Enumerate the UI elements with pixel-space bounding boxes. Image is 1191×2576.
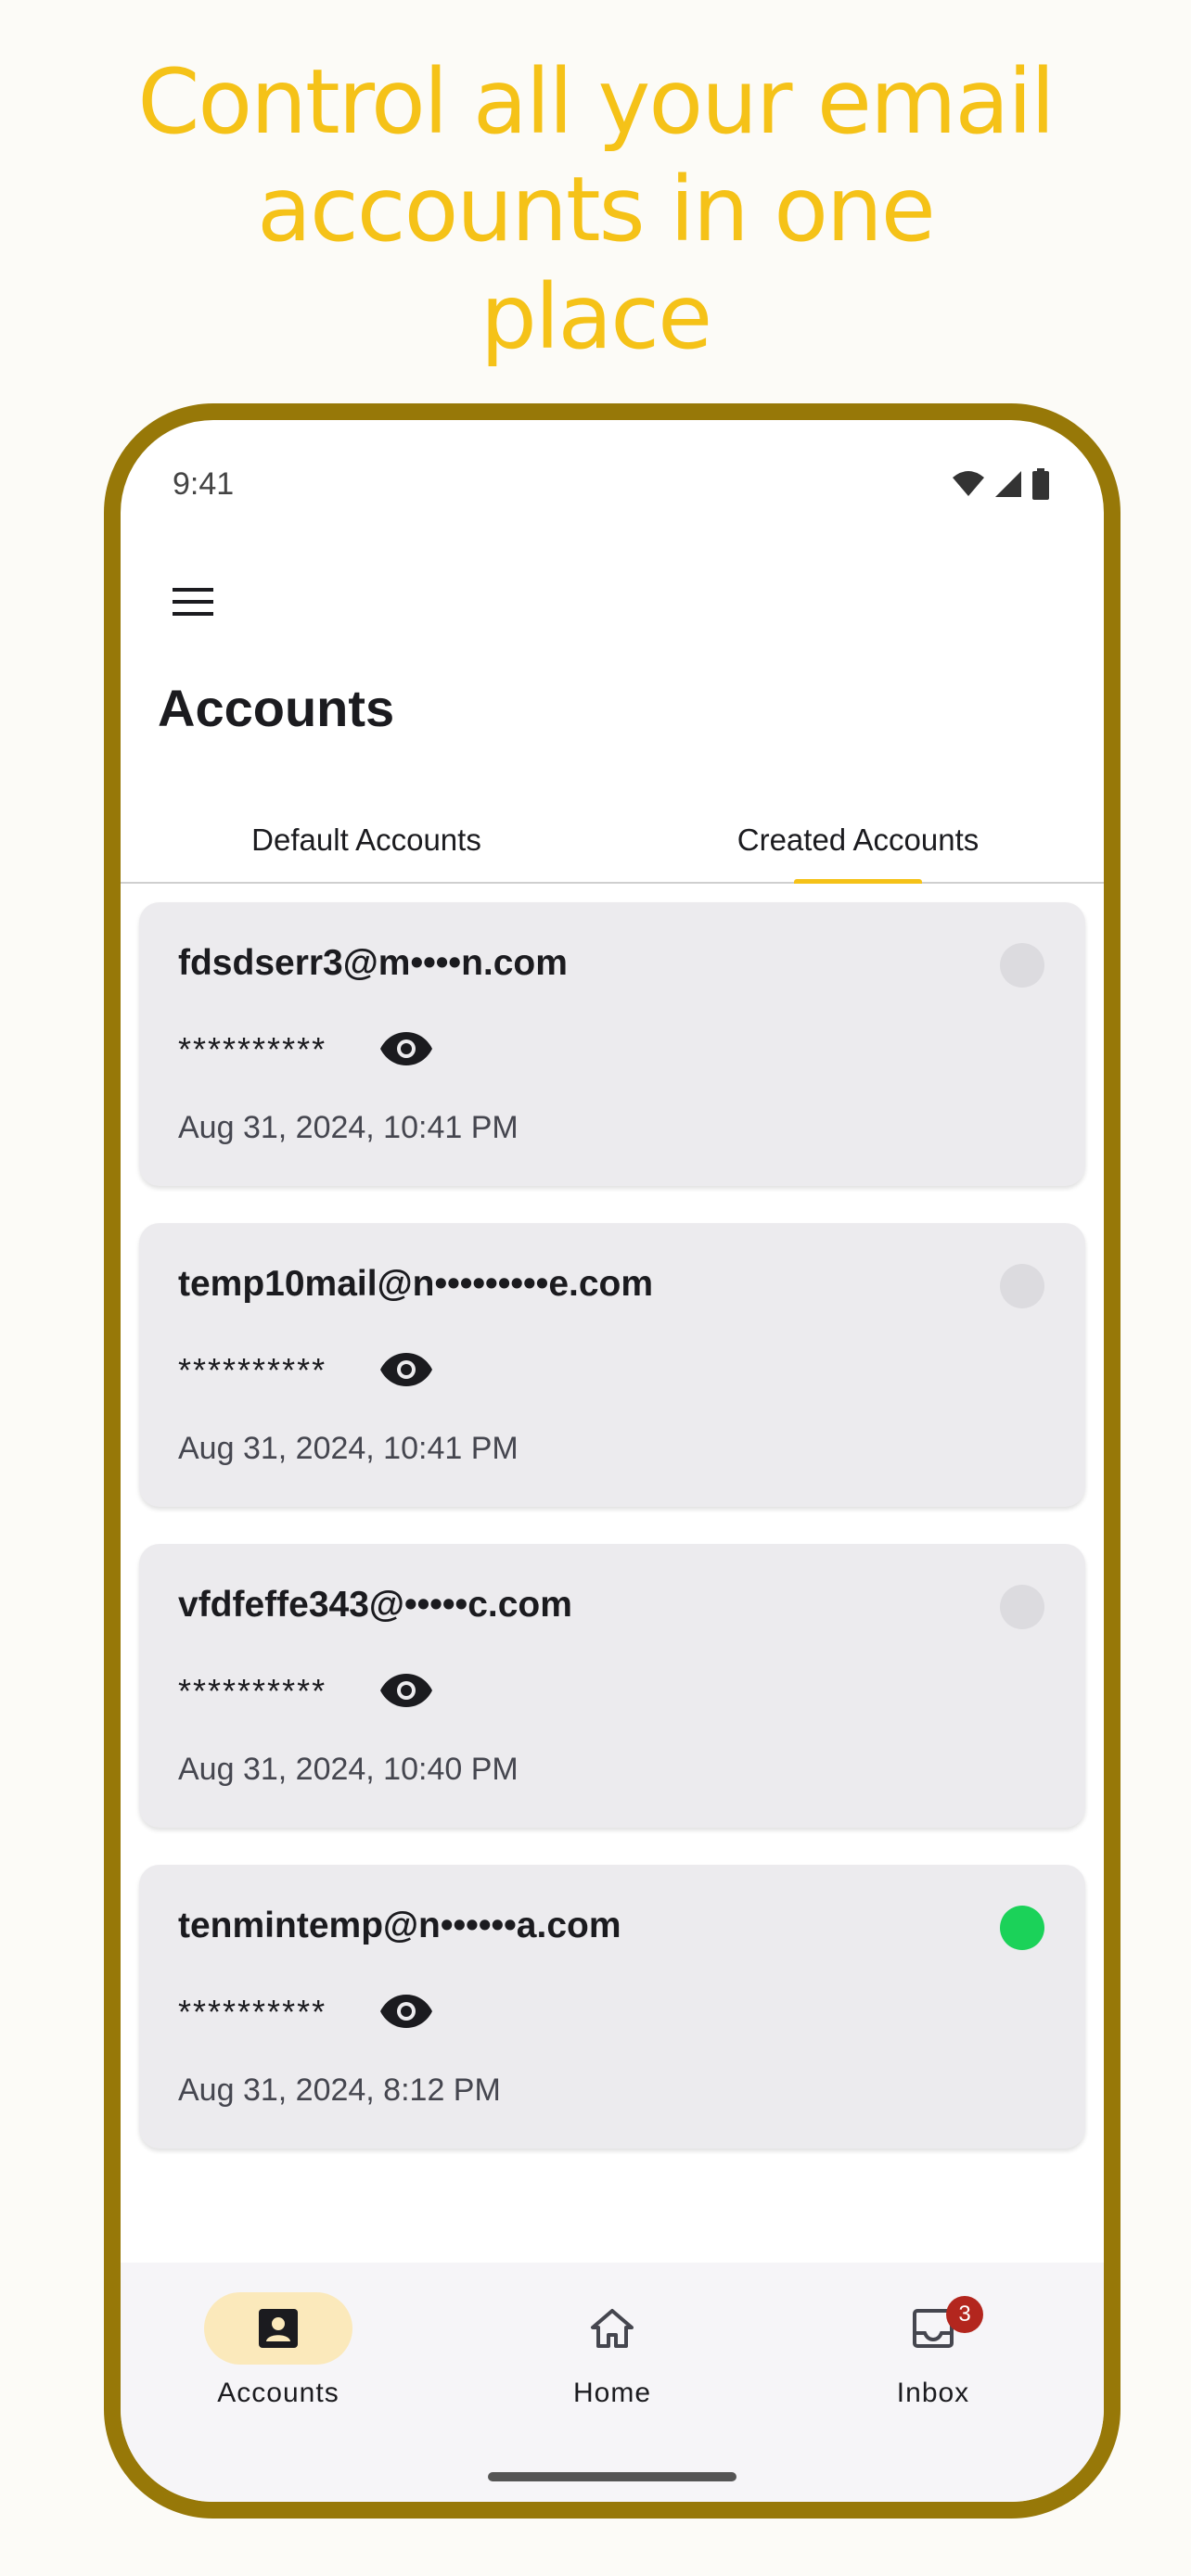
promo-line-2: accounts in one xyxy=(257,158,936,261)
nav-pill xyxy=(538,2292,686,2365)
account-tabs: Default Accounts Created Accounts xyxy=(121,791,1104,884)
tab-default-accounts[interactable]: Default Accounts xyxy=(121,791,612,882)
nav-item-accounts[interactable]: Accounts xyxy=(139,2292,417,2409)
account-box-icon xyxy=(259,2309,298,2348)
tab-created-accounts[interactable]: Created Accounts xyxy=(612,791,1104,884)
account-card[interactable]: tenmintemp@n••••••a.com ********** Aug 3… xyxy=(139,1865,1085,2149)
home-indicator[interactable] xyxy=(488,2472,736,2481)
account-password: ********** xyxy=(178,1351,327,1389)
account-status-indicator xyxy=(1000,1585,1044,1629)
tab-label: Created Accounts xyxy=(736,823,980,857)
account-email: fdsdserr3@m••••n.com xyxy=(178,943,568,983)
bottom-navigation: Accounts Home 3 Inbox xyxy=(121,2263,1104,2502)
account-status-indicator xyxy=(1000,1906,1044,1950)
account-created-date: Aug 31, 2024, 10:41 PM xyxy=(178,1431,519,1466)
nav-pill: 3 xyxy=(859,2292,1007,2365)
cellular-signal-icon xyxy=(995,471,1021,497)
nav-label: Accounts xyxy=(217,2378,339,2408)
account-status-indicator xyxy=(1000,943,1044,988)
nav-item-inbox[interactable]: 3 Inbox xyxy=(794,2292,1072,2409)
promo-line-3: place xyxy=(480,265,712,369)
show-password-button[interactable] xyxy=(378,1342,434,1397)
wifi-icon xyxy=(953,471,984,496)
account-created-date: Aug 31, 2024, 8:12 PM xyxy=(178,2072,501,2108)
account-password: ********** xyxy=(178,1672,327,1710)
eye-icon xyxy=(380,1353,432,1386)
nav-label: Home xyxy=(572,2378,652,2408)
account-password: ********** xyxy=(178,1030,327,1068)
show-password-button[interactable] xyxy=(378,1983,434,2039)
hamburger-menu-icon xyxy=(173,588,213,616)
account-card[interactable]: temp10mail@n•••••••••e.com ********** Au… xyxy=(139,1223,1085,1507)
status-time: 9:41 xyxy=(173,466,235,502)
inbox-unread-badge: 3 xyxy=(946,2296,983,2333)
eye-icon xyxy=(380,1674,432,1707)
nav-label: Inbox xyxy=(896,2378,970,2408)
battery-icon xyxy=(1032,468,1049,500)
account-created-date: Aug 31, 2024, 10:40 PM xyxy=(178,1752,519,1787)
show-password-button[interactable] xyxy=(378,1663,434,1718)
eye-icon xyxy=(380,1032,432,1065)
account-card[interactable]: fdsdserr3@m••••n.com ********** Aug 31, … xyxy=(139,902,1085,1186)
account-password: ********** xyxy=(178,1993,327,2031)
page-title: Accounts xyxy=(158,679,395,737)
show-password-button[interactable] xyxy=(378,1021,434,1077)
account-card[interactable]: vfdfeffe343@•••••c.com ********** Aug 31… xyxy=(139,1544,1085,1828)
promo-headline: Control all your email accounts in one p… xyxy=(0,48,1191,371)
phone-frame: 9:41 Accounts Default Accounts Created A… xyxy=(104,403,1121,2519)
account-email: tenmintemp@n••••••a.com xyxy=(178,1906,621,1945)
tab-label: Default Accounts xyxy=(251,823,481,857)
home-icon xyxy=(591,2309,634,2348)
account-status-indicator xyxy=(1000,1264,1044,1308)
account-email: temp10mail@n•••••••••e.com xyxy=(178,1264,654,1304)
eye-icon xyxy=(380,1995,432,2028)
promo-line-1: Control all your email xyxy=(137,50,1055,154)
menu-button[interactable] xyxy=(160,568,226,635)
status-icons xyxy=(952,468,1050,500)
status-bar: 9:41 xyxy=(121,420,1104,522)
account-email: vfdfeffe343@•••••c.com xyxy=(178,1585,572,1625)
accounts-list: fdsdserr3@m••••n.com ********** Aug 31, … xyxy=(139,902,1085,2186)
tab-selected-indicator xyxy=(794,879,922,884)
nav-pill xyxy=(204,2292,352,2365)
account-created-date: Aug 31, 2024, 10:41 PM xyxy=(178,1110,519,1145)
nav-item-home[interactable]: Home xyxy=(473,2292,751,2409)
